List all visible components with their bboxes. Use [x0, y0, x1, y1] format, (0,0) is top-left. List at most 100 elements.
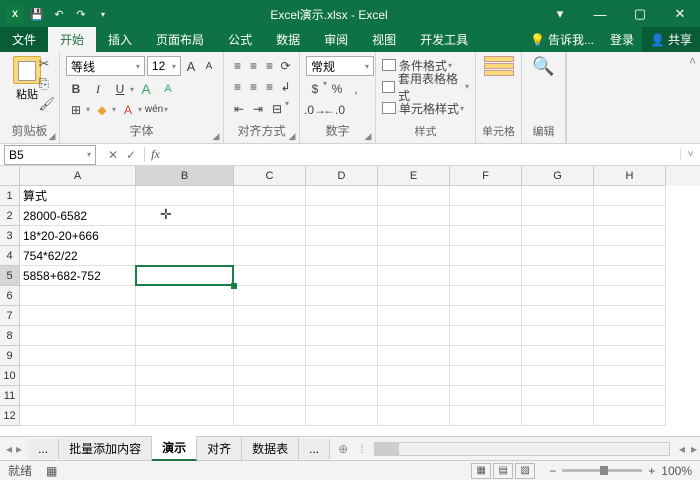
tab-insert[interactable]: 插入 [96, 27, 144, 52]
cell[interactable] [450, 206, 522, 226]
cell[interactable] [522, 326, 594, 346]
scrollbar-thumb[interactable] [375, 443, 399, 455]
tab-pagelayout[interactable]: 页面布局 [144, 27, 216, 52]
cell[interactable] [20, 366, 136, 386]
cell[interactable] [234, 306, 306, 326]
cell[interactable] [378, 206, 450, 226]
cell[interactable] [378, 406, 450, 426]
cell[interactable] [522, 186, 594, 206]
cell[interactable] [234, 266, 306, 286]
tab-file[interactable]: 文件 [0, 27, 48, 52]
cell[interactable] [136, 266, 234, 286]
enter-formula-icon[interactable]: ✓ [126, 148, 136, 162]
cut-icon[interactable]: ✂ [38, 56, 55, 72]
cell[interactable] [20, 326, 136, 346]
view-pagebreak-icon[interactable]: ▧ [515, 463, 535, 479]
merge-button[interactable]: ⊟ [268, 99, 286, 119]
cell[interactable] [594, 246, 666, 266]
increase-decimal-icon[interactable]: .0→ [306, 100, 324, 120]
cell[interactable] [594, 386, 666, 406]
cell[interactable] [20, 306, 136, 326]
formula-bar[interactable] [166, 145, 680, 165]
zoom-in-icon[interactable]: + [648, 464, 655, 478]
currency-icon[interactable]: $ [306, 79, 324, 99]
cell[interactable] [378, 366, 450, 386]
cell[interactable] [450, 346, 522, 366]
cell[interactable] [522, 346, 594, 366]
cell[interactable] [594, 366, 666, 386]
tell-me[interactable]: 💡告诉我... [522, 27, 602, 52]
cell[interactable] [306, 206, 378, 226]
horizontal-scrollbar[interactable] [374, 442, 670, 456]
chevron-down-icon[interactable]: ▾ [323, 79, 327, 99]
view-pagelayout-icon[interactable]: ▤ [493, 463, 513, 479]
cell[interactable] [234, 386, 306, 406]
tab-data[interactable]: 数据 [264, 27, 312, 52]
align-top-icon[interactable]: ≡ [230, 56, 245, 76]
cell[interactable] [20, 406, 136, 426]
add-sheet-button[interactable]: ⊕ [330, 442, 356, 456]
row-header[interactable]: 9 [0, 346, 20, 366]
sheet-tab[interactable]: 对齐 [197, 437, 242, 460]
increase-font-icon[interactable]: A [183, 56, 199, 76]
clipboard-launcher-icon[interactable]: ◢ [47, 131, 57, 141]
table-format-button[interactable]: 套用表格格式 ▾ [382, 78, 469, 96]
align-middle-icon[interactable]: ≡ [246, 56, 261, 76]
decrease-indent-icon[interactable]: ⇤ [230, 99, 248, 119]
ribbon-minimize-icon[interactable]: ▾ [540, 0, 580, 28]
tab-review[interactable]: 审阅 [312, 27, 360, 52]
zoom-out-icon[interactable]: − [549, 464, 556, 478]
login-button[interactable]: 登录 [602, 27, 642, 52]
sheet-tab[interactable]: ... [299, 439, 330, 459]
cell[interactable] [378, 326, 450, 346]
cell[interactable] [450, 286, 522, 306]
cell[interactable] [136, 326, 234, 346]
cell[interactable] [450, 226, 522, 246]
decrease-decimal-icon[interactable]: ←.0 [325, 100, 343, 120]
cell[interactable] [378, 386, 450, 406]
spreadsheet-grid[interactable]: A B C D E F G H 1算式 228000-6582 318*20-2… [0, 166, 700, 436]
row-header[interactable]: 3 [0, 226, 20, 246]
chevron-down-icon[interactable]: ▾ [112, 105, 116, 114]
cell[interactable]: 18*20-20+666 [20, 226, 136, 246]
cell[interactable] [234, 326, 306, 346]
cell[interactable] [378, 346, 450, 366]
cell[interactable] [136, 186, 234, 206]
align-right-icon[interactable]: ≡ [262, 77, 277, 97]
col-header-e[interactable]: E [378, 166, 450, 186]
sheet-tab-active[interactable]: 演示 [152, 436, 197, 461]
cell[interactable] [378, 306, 450, 326]
font-launcher-icon[interactable]: ◢ [211, 131, 221, 141]
cell[interactable] [20, 386, 136, 406]
cell[interactable] [136, 306, 234, 326]
cell[interactable] [306, 226, 378, 246]
cell[interactable] [450, 406, 522, 426]
tab-home[interactable]: 开始 [48, 27, 96, 52]
select-all-corner[interactable] [0, 166, 20, 186]
cell[interactable] [522, 406, 594, 426]
cell[interactable] [378, 226, 450, 246]
find-icon[interactable]: 🔍 [528, 56, 559, 77]
cancel-formula-icon[interactable]: ✕ [108, 148, 118, 162]
cell[interactable] [136, 226, 234, 246]
minimize-button[interactable]: — [580, 0, 620, 28]
tab-formulas[interactable]: 公式 [216, 27, 264, 52]
maximize-button[interactable]: ▢ [620, 0, 660, 28]
cell[interactable] [522, 306, 594, 326]
col-header-f[interactable]: F [450, 166, 522, 186]
row-header[interactable]: 4 [0, 246, 20, 266]
chevron-down-icon[interactable]: ▾ [86, 105, 90, 114]
italic-button[interactable]: I [88, 79, 108, 99]
cell[interactable] [594, 266, 666, 286]
copy-icon[interactable]: ⎘ [38, 76, 55, 92]
cell[interactable] [306, 406, 378, 426]
cell[interactable] [594, 306, 666, 326]
bold-button[interactable]: B [66, 79, 86, 99]
undo-icon[interactable]: ↶ [50, 5, 68, 23]
cell[interactable] [594, 226, 666, 246]
cell[interactable] [136, 286, 234, 306]
cell[interactable] [522, 226, 594, 246]
cell[interactable] [378, 266, 450, 286]
redo-icon[interactable]: ↷ [72, 5, 90, 23]
comma-icon[interactable]: , [347, 79, 365, 99]
